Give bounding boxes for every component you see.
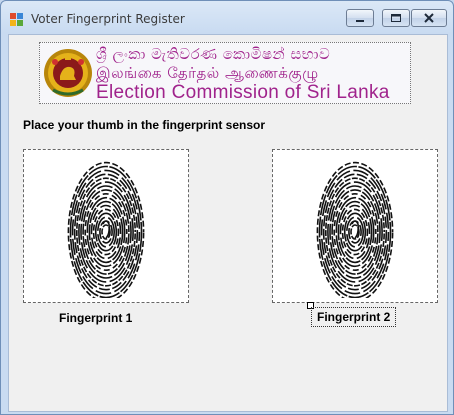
- title-bar[interactable]: Voter Fingerprint Register: [1, 1, 453, 35]
- fingerprint-icon: [316, 161, 394, 298]
- fingerprint-icon: [67, 161, 145, 298]
- fingerprint-label-2[interactable]: Fingerprint 2: [311, 307, 397, 327]
- banner-tamil-text: இலங்கை தேர்தல் ஆணைக்குழு: [96, 64, 319, 82]
- close-button[interactable]: [411, 9, 447, 27]
- fingerprint-box-2[interactable]: [272, 149, 438, 303]
- commission-banner: ශ්‍රී ලංකා මැතිවරණ කොමිෂන් සභාව இலங்கை த…: [39, 42, 411, 104]
- client-area: ශ්‍රී ලංකා මැතිවරණ කොමිෂන් සභාව இலங்கை த…: [8, 34, 448, 412]
- app-window: Voter Fingerprint Register: [0, 0, 454, 415]
- minimize-icon: [356, 20, 364, 22]
- banner-english-text: Election Commission of Sri Lanka: [96, 82, 390, 103]
- maximize-button[interactable]: [382, 9, 410, 27]
- close-icon: [424, 13, 434, 23]
- banner-sinhala-text: ශ්‍රී ලංකා මැතිවරණ කොමිෂන් සභාව: [96, 45, 331, 63]
- fingerprint-label-1: Fingerprint 1: [59, 311, 133, 325]
- fingerprint-box-1[interactable]: [23, 149, 189, 303]
- app-icon: [9, 11, 25, 27]
- window-title: Voter Fingerprint Register: [31, 12, 185, 26]
- maximize-icon: [391, 14, 401, 22]
- minimize-button[interactable]: [346, 9, 374, 27]
- sri-lanka-emblem-icon: [43, 46, 93, 99]
- instruction-label: Place your thumb in the fingerprint sens…: [23, 118, 266, 132]
